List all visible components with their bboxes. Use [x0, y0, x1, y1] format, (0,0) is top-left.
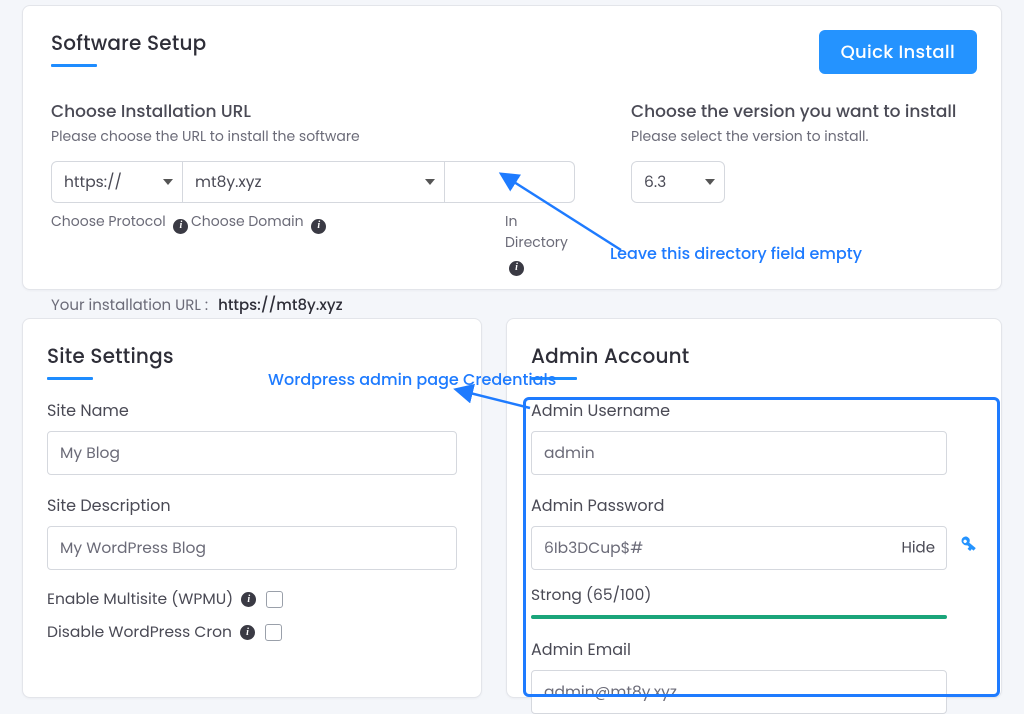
protocol-mini-label: Choose Protocol: [51, 211, 191, 276]
info-icon[interactable]: [240, 625, 255, 640]
version-heading: Choose the version you want to install: [631, 98, 991, 124]
cron-label: Disable WordPress Cron: [47, 621, 232, 644]
site-desc-input[interactable]: [47, 526, 457, 570]
directory-mini-label: In Directory: [449, 211, 559, 276]
admin-user-label: Admin Username: [531, 398, 947, 423]
multisite-row: Enable Multisite (WPMU): [47, 588, 457, 611]
section-title-admin: Admin Account: [531, 341, 689, 379]
protocol-select[interactable]: https://: [51, 161, 183, 203]
quick-install-button[interactable]: Quick Install: [819, 30, 977, 74]
password-strength-label: Strong (65/100): [531, 584, 947, 607]
software-setup-card: Software Setup Quick Install Choose Inst…: [22, 5, 1002, 290]
section-title-site-settings: Site Settings: [47, 341, 174, 379]
protocol-select-wrap: https://: [51, 161, 183, 203]
installation-url-line: Your installation URL : https://mt8y.xyz: [51, 294, 611, 317]
admin-email-label: Admin Email: [531, 637, 947, 662]
password-strength-bar: [531, 615, 947, 619]
cron-checkbox[interactable]: [265, 624, 282, 641]
info-icon[interactable]: [241, 592, 256, 607]
multisite-checkbox[interactable]: [266, 591, 283, 608]
site-desc-label: Site Description: [47, 493, 457, 518]
domain-select[interactable]: mt8y.xyz: [183, 161, 445, 203]
installation-url-value: https://mt8y.xyz: [218, 295, 343, 316]
install-url-inputs: https:// mt8y.xyz: [51, 161, 611, 203]
site-name-label: Site Name: [47, 398, 457, 423]
admin-pass-input[interactable]: [531, 526, 947, 570]
key-icon[interactable]: [949, 531, 982, 565]
info-icon[interactable]: [311, 219, 326, 234]
admin-pass-wrap: Hide: [531, 526, 947, 570]
install-url-mini-labels: Choose Protocol Choose Domain In Directo…: [51, 211, 611, 276]
multisite-label: Enable Multisite (WPMU): [47, 588, 233, 611]
version-select[interactable]: 6.3: [631, 161, 725, 203]
admin-pass-label: Admin Password: [531, 493, 947, 518]
install-url-sub: Please choose the URL to install the sof…: [51, 126, 611, 147]
version-select-wrap: 6.3: [631, 161, 725, 203]
info-icon[interactable]: [509, 261, 524, 276]
domain-mini-label: Choose Domain: [191, 211, 449, 276]
directory-input[interactable]: [445, 161, 575, 203]
admin-account-card: Admin Account Admin Username Admin Passw…: [506, 318, 1002, 698]
cron-row: Disable WordPress Cron: [47, 621, 457, 644]
domain-select-wrap: mt8y.xyz: [183, 161, 445, 203]
install-url-heading: Choose Installation URL: [51, 98, 611, 124]
site-settings-card: Site Settings Site Name Site Description…: [22, 318, 482, 698]
info-icon[interactable]: [173, 219, 188, 234]
version-sub: Please select the version to install.: [631, 126, 991, 147]
admin-user-input[interactable]: [531, 431, 947, 475]
site-name-input[interactable]: [47, 431, 457, 475]
section-title-software-setup: Software Setup: [51, 28, 206, 66]
version-section: Choose the version you want to install P…: [631, 98, 991, 203]
install-url-section: Choose Installation URL Please choose th…: [51, 98, 611, 317]
hide-password-toggle[interactable]: Hide: [901, 537, 935, 560]
admin-email-input[interactable]: [531, 670, 947, 714]
